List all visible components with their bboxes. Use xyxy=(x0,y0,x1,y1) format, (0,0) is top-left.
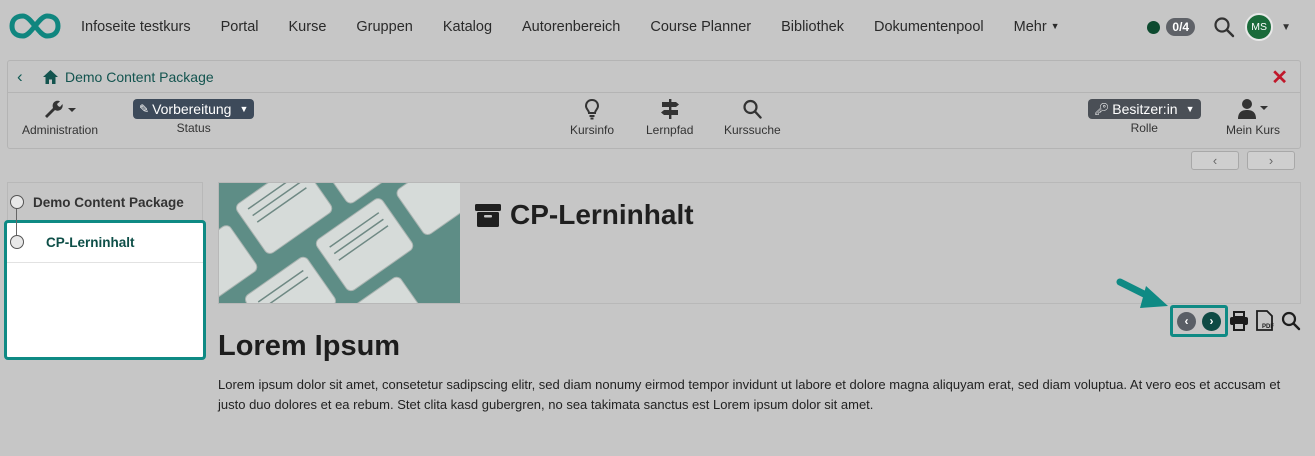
search-icon[interactable] xyxy=(1213,16,1235,38)
course-toolbar: ‹ Demo Content Package ✕ Administration … xyxy=(7,60,1301,149)
caret-down-icon: ▼ xyxy=(1050,21,1060,31)
menu-item-cp-lerninhalt[interactable]: CP-Lerninhalt xyxy=(7,223,203,263)
nav-link-mehr-label: Mehr xyxy=(1013,19,1047,35)
main-nav-links: Infoseite testkurs Portal Kurse Gruppen … xyxy=(66,0,1075,54)
back-chevron-icon[interactable]: ‹ xyxy=(17,67,23,87)
top-navigation: Infoseite testkurs Portal Kurse Gruppen … xyxy=(0,0,1315,54)
nav-link-bibliothek[interactable]: Bibliothek xyxy=(766,19,859,35)
teaser-image xyxy=(219,183,460,303)
kurssuche-label: Kurssuche xyxy=(724,123,781,137)
nav-link-katalog[interactable]: Katalog xyxy=(428,19,507,35)
previous-content-button[interactable]: ‹ xyxy=(1177,311,1196,331)
home-icon[interactable] xyxy=(42,69,59,85)
nav-link-course-planner[interactable]: Course Planner xyxy=(635,19,766,35)
content-heading: Lorem Ipsum xyxy=(218,330,401,362)
role-label: Rolle xyxy=(1130,121,1158,135)
print-icon[interactable] xyxy=(1229,311,1249,331)
next-page-button[interactable]: › xyxy=(1247,151,1295,170)
nav-link-dokumentenpool[interactable]: Dokumentenpool xyxy=(859,19,999,35)
online-status-icon[interactable] xyxy=(1147,20,1161,34)
caret-down-icon: ▼ xyxy=(1185,104,1195,114)
arrow-pointer-icon xyxy=(1116,278,1168,308)
nav-link-autorenbereich[interactable]: Autorenbereich xyxy=(507,19,635,35)
search-icon[interactable] xyxy=(1281,311,1301,331)
openolat-logo-icon[interactable] xyxy=(9,12,61,40)
status-label: Status xyxy=(176,121,211,135)
archive-icon xyxy=(475,204,501,227)
wrench-icon xyxy=(42,97,78,121)
content-paragraph: Lorem ipsum dolor sit amet, consetetur s… xyxy=(218,377,1281,412)
status-tool[interactable]: ✎ Vorbereitung ▼ Status xyxy=(133,97,255,135)
nav-link-infoseite[interactable]: Infoseite testkurs xyxy=(66,19,206,35)
user-icon xyxy=(1237,97,1269,121)
page-title-text: CP-Lerninhalt xyxy=(510,199,694,230)
content-tools: PDF xyxy=(1229,310,1301,332)
kursinfo-tool[interactable]: Kursinfo xyxy=(570,97,614,137)
mein-kurs-label: Mein Kurs xyxy=(1226,123,1281,137)
lernpfad-label: Lernpfad xyxy=(646,123,694,137)
content-navigation: ‹ › xyxy=(1170,305,1228,337)
close-icon[interactable]: ✕ xyxy=(1271,65,1288,90)
caret-down-icon: ▼ xyxy=(239,104,249,114)
course-menu: Demo Content Package CP-Lerninhalt xyxy=(4,182,206,360)
tree-node-circle-icon xyxy=(10,195,24,209)
course-pager: ‹ › xyxy=(1191,151,1295,170)
menu-root-item[interactable]: Demo Content Package xyxy=(7,182,203,222)
role-dropdown[interactable]: 🔑︎ Besitzer:in ▼ xyxy=(1088,99,1201,119)
menu-highlight-frame: CP-Lerninhalt xyxy=(4,220,206,360)
course-breadcrumb: ‹ Demo Content Package ✕ xyxy=(8,61,1300,93)
nav-link-kurse[interactable]: Kurse xyxy=(274,19,342,35)
nav-link-portal[interactable]: Portal xyxy=(206,19,274,35)
nav-right-tools: 0/4 MS ▼ xyxy=(1147,0,1291,54)
lernpfad-tool[interactable]: Lernpfad xyxy=(646,97,693,137)
search-icon xyxy=(742,97,763,121)
page-title: CP-Lerninhalt xyxy=(474,199,694,231)
mein-kurs-tool[interactable]: Mein Kurs xyxy=(1226,97,1280,137)
nav-link-mehr[interactable]: Mehr ▼ xyxy=(999,19,1075,35)
nav-link-gruppen[interactable]: Gruppen xyxy=(341,19,427,35)
key-icon: 🔑︎ xyxy=(1094,102,1110,116)
signpost-icon xyxy=(660,97,680,121)
kurssuche-tool[interactable]: Kurssuche xyxy=(724,97,781,137)
tree-node-circle-icon xyxy=(10,235,24,249)
previous-page-button[interactable]: ‹ xyxy=(1191,151,1239,170)
role-tool[interactable]: 🔑︎ Besitzer:in ▼ Rolle xyxy=(1088,97,1201,135)
status-dropdown[interactable]: ✎ Vorbereitung ▼ xyxy=(133,99,255,119)
administration-label: Administration xyxy=(22,123,99,137)
role-value: Besitzer:in xyxy=(1112,101,1178,117)
user-menu-caret-icon[interactable]: ▼ xyxy=(1281,22,1291,33)
next-content-button[interactable]: › xyxy=(1202,311,1221,331)
administration-tool[interactable]: Administration xyxy=(22,97,98,137)
status-badge[interactable]: 0/4 xyxy=(1166,18,1196,36)
kursinfo-label: Kursinfo xyxy=(570,123,615,137)
pdf-icon[interactable]: PDF xyxy=(1255,310,1275,332)
pencil-icon: ✎ xyxy=(139,102,150,116)
svg-text:PDF: PDF xyxy=(1262,324,1274,330)
status-value: Vorbereitung xyxy=(152,101,232,117)
lightbulb-icon xyxy=(583,97,601,121)
course-title[interactable]: Demo Content Package xyxy=(65,69,214,85)
avatar[interactable]: MS xyxy=(1245,13,1274,41)
